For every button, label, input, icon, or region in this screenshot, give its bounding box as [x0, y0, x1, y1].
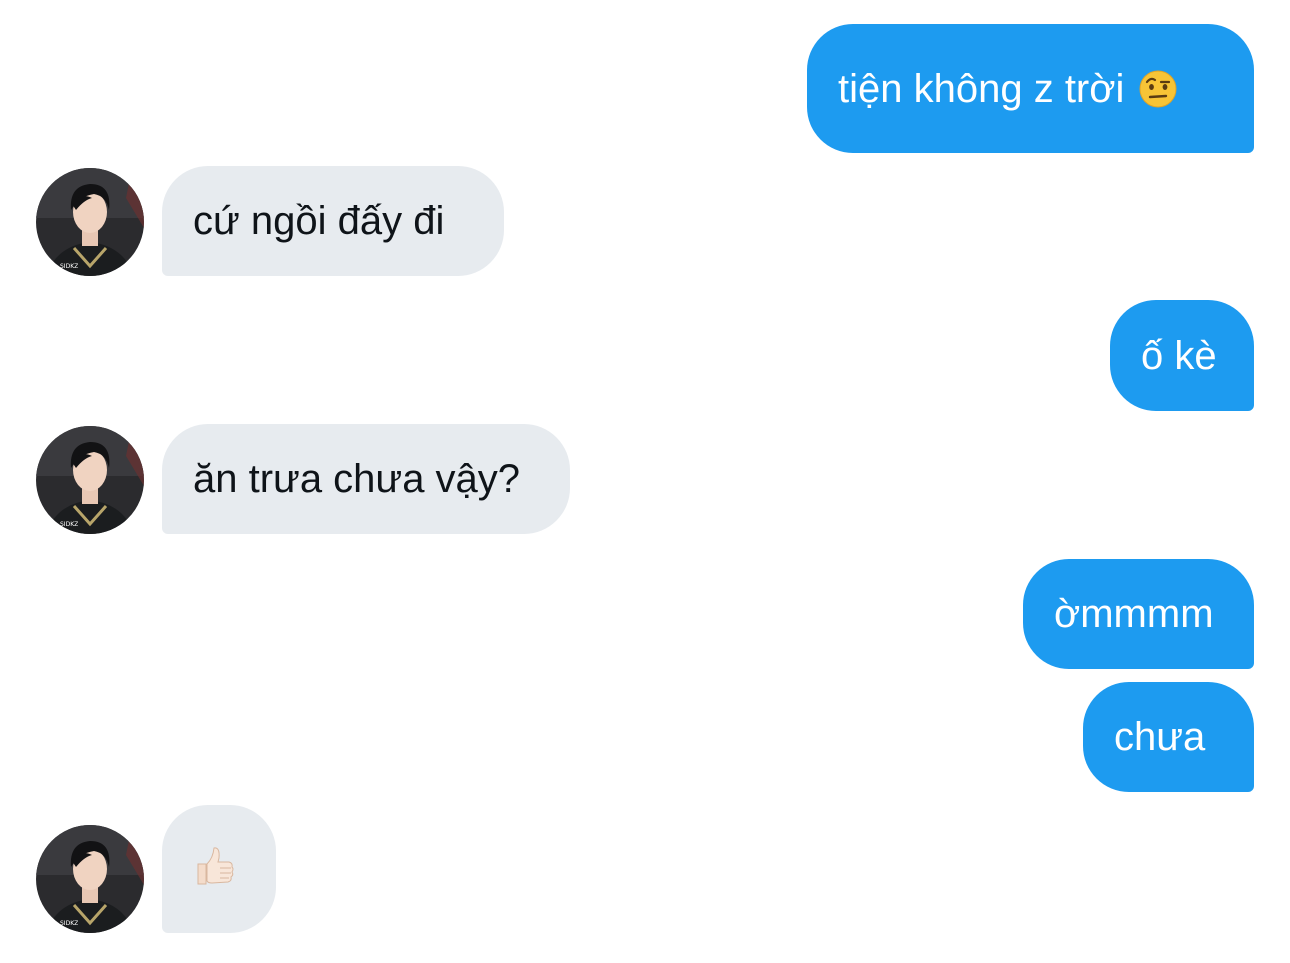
message-received[interactable]: ăn trưa chưa vậy?: [162, 424, 570, 534]
message-sent[interactable]: tiện không z trời: [807, 24, 1254, 153]
message-received[interactable]: cứ ngồi đấy đi: [162, 166, 504, 276]
svg-text:SIDKZ: SIDKZ: [60, 920, 78, 927]
message-received[interactable]: [162, 805, 276, 933]
avatar[interactable]: SIDKZ: [36, 426, 144, 534]
message-text: ăn trưa chưa vậy?: [193, 457, 521, 501]
message-text: tiện không z trời: [838, 66, 1125, 111]
message-sent[interactable]: chưa: [1083, 682, 1254, 792]
message-text: cứ ngồi đấy đi: [193, 199, 445, 243]
svg-text:SIDKZ: SIDKZ: [60, 263, 78, 270]
message-text: ố kè: [1141, 333, 1217, 378]
face-with-raised-eyebrow-emoji-icon: [1138, 69, 1178, 109]
message-sent[interactable]: ờmmmm: [1023, 559, 1254, 669]
message-text: chưa: [1114, 715, 1206, 759]
message-sent[interactable]: ố kè: [1110, 300, 1254, 411]
message-text: ờmmmm: [1054, 592, 1214, 636]
avatar[interactable]: SIDKZ: [36, 168, 144, 276]
avatar[interactable]: SIDKZ: [36, 825, 144, 933]
svg-text:SIDKZ: SIDKZ: [60, 521, 78, 528]
thumbs-up-emoji-icon: [192, 844, 236, 895]
